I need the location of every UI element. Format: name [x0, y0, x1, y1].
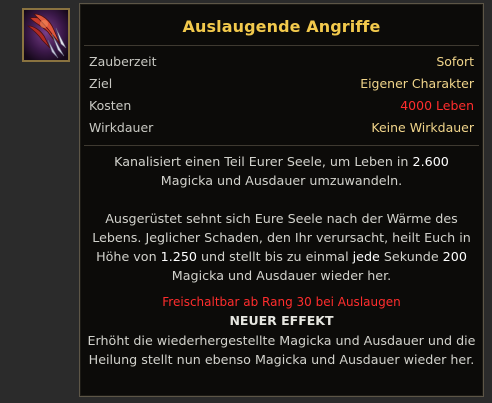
unlock-requirement: Freischaltbar ab Rang 30 bei Auslaugen [162, 295, 401, 309]
desc-highlight: 200 [442, 249, 467, 264]
stat-label: Zauberzeit [89, 54, 157, 69]
desc-highlight: jede [352, 249, 380, 264]
skill-icon-frame[interactable] [22, 8, 70, 62]
body-divider [84, 145, 479, 146]
stat-row-casttime: Zauberzeit Sofort [89, 54, 474, 72]
skill-tooltip: Auslaugende Angriffe Zauberzeit Sofort Z… [79, 3, 484, 397]
stat-row-cost: Kosten 4000 Leben [89, 98, 474, 116]
desc-text: und stellt bis zu einmal [196, 249, 353, 264]
desc-text: Magicka und Ausdauer wieder her. [171, 268, 392, 283]
stat-value: Sofort [436, 54, 474, 69]
desc-text: Kanalisiert einen Teil Eurer Seele, um L… [114, 154, 413, 169]
stat-row-duration: Wirkdauer Keine Wirkdauer [89, 120, 474, 138]
draining-claw-icon [24, 10, 68, 60]
desc-highlight: 1.250 [160, 249, 197, 264]
stat-label: Kosten [89, 98, 132, 113]
desc-highlight: 2.600 [412, 154, 449, 169]
desc-text: Sekunde [379, 249, 443, 264]
stat-row-target: Ziel Eigener Charakter [89, 76, 474, 94]
stat-value: Eigener Charakter [360, 76, 474, 91]
skill-title: Auslaugende Angriffe [182, 17, 381, 36]
stat-label: Wirkdauer [89, 120, 154, 135]
desc-text: Magicka und Ausdauer umzuwandeln. [160, 173, 403, 188]
title-divider [84, 45, 479, 46]
skill-description: Kanalisiert einen Teil Eurer Seele, um L… [86, 152, 477, 190]
new-effect-heading: NEUER EFFEKT [229, 313, 334, 328]
skill-equipped-description: Ausgerüstet sehnt sich Eure Seele nach d… [86, 209, 477, 285]
new-effect-text: Erhöht die wiederhergestellte Magicka un… [87, 333, 476, 367]
stat-value-cost: 4000 Leben [400, 98, 474, 113]
stat-label: Ziel [89, 76, 113, 91]
stat-value: Keine Wirkdauer [371, 120, 474, 135]
